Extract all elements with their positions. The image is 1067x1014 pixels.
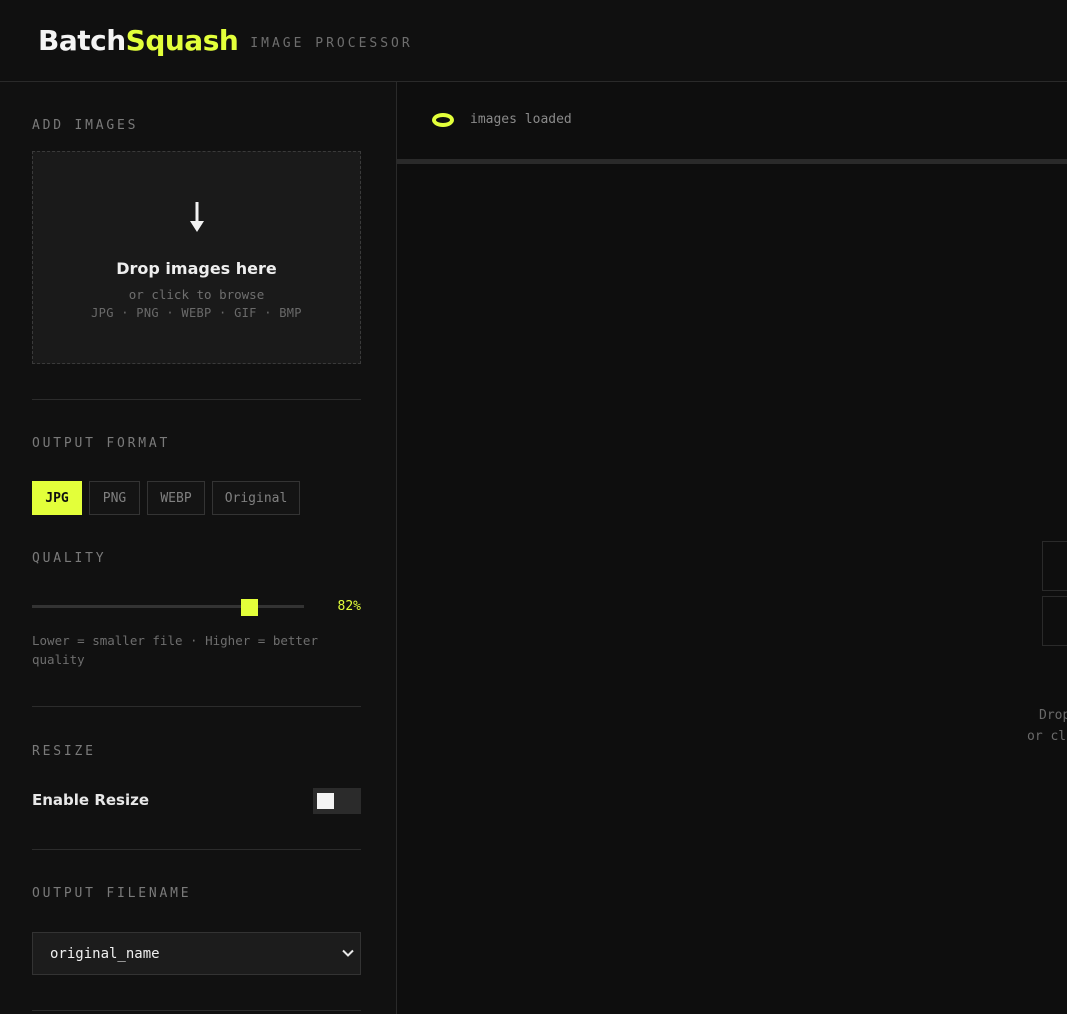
- images-loaded-text: images loaded: [470, 112, 572, 127]
- placeholder-text: Drop: [1039, 708, 1067, 723]
- app-header: BatchSquash IMAGE PROCESSOR: [0, 0, 1067, 82]
- format-original-button[interactable]: Original: [212, 481, 300, 515]
- placeholder-frame: [1042, 541, 1067, 591]
- main-panel: images loaded Drop or cl: [397, 82, 1067, 1014]
- toggle-knob: [317, 793, 334, 809]
- quality-label: QUALITY: [32, 551, 107, 566]
- enable-resize-label: Enable Resize: [32, 791, 150, 809]
- dropzone-formats: JPG · PNG · WEBP · GIF · BMP: [91, 306, 302, 320]
- dropzone-subtitle: or click to browse: [128, 287, 265, 302]
- enable-resize-toggle[interactable]: [313, 788, 361, 814]
- format-jpg-button[interactable]: JPG: [32, 481, 82, 515]
- image-dropzone[interactable]: Drop images here or click to browse JPG …: [32, 151, 361, 364]
- format-png-button[interactable]: PNG: [89, 481, 140, 515]
- quality-slider-thumb[interactable]: [241, 599, 259, 616]
- resize-label: RESIZE: [32, 744, 96, 759]
- logo-part-squash: Squash: [125, 23, 239, 57]
- format-selector: JPG PNG WEBP Original: [32, 481, 300, 515]
- format-webp-button[interactable]: WEBP: [147, 481, 205, 515]
- zero-count-icon: [432, 112, 454, 127]
- output-filename-value: original_name: [50, 945, 160, 962]
- output-format-label: OUTPUT FORMAT: [32, 436, 171, 451]
- divider: [32, 1010, 361, 1011]
- dropzone-title: Drop images here: [116, 259, 277, 278]
- quality-hint: Lower = smaller file · Higher = better q…: [32, 633, 318, 667]
- divider: [32, 706, 361, 707]
- divider: [32, 399, 361, 400]
- arrow-down-icon: [33, 202, 360, 234]
- output-filename-select[interactable]: original_name: [32, 932, 361, 975]
- app-subtitle: IMAGE PROCESSOR: [250, 36, 413, 51]
- placeholder-subtext: or cl: [1027, 729, 1067, 744]
- add-images-label: ADD IMAGES: [32, 118, 139, 133]
- chevron-down-icon: [342, 947, 354, 963]
- images-status: images loaded: [432, 112, 572, 127]
- quality-value: 82%: [337, 599, 361, 614]
- logo-part-batch: Batch: [38, 23, 126, 57]
- app-logo: BatchSquash: [38, 23, 239, 57]
- placeholder-frame: [1042, 596, 1067, 646]
- sidebar: ADD IMAGES Drop images here or click to …: [0, 82, 397, 1014]
- output-filename-label: OUTPUT FILENAME: [32, 886, 192, 901]
- progress-bar: [397, 159, 1067, 164]
- quality-slider-track[interactable]: [32, 605, 304, 608]
- divider: [32, 849, 361, 850]
